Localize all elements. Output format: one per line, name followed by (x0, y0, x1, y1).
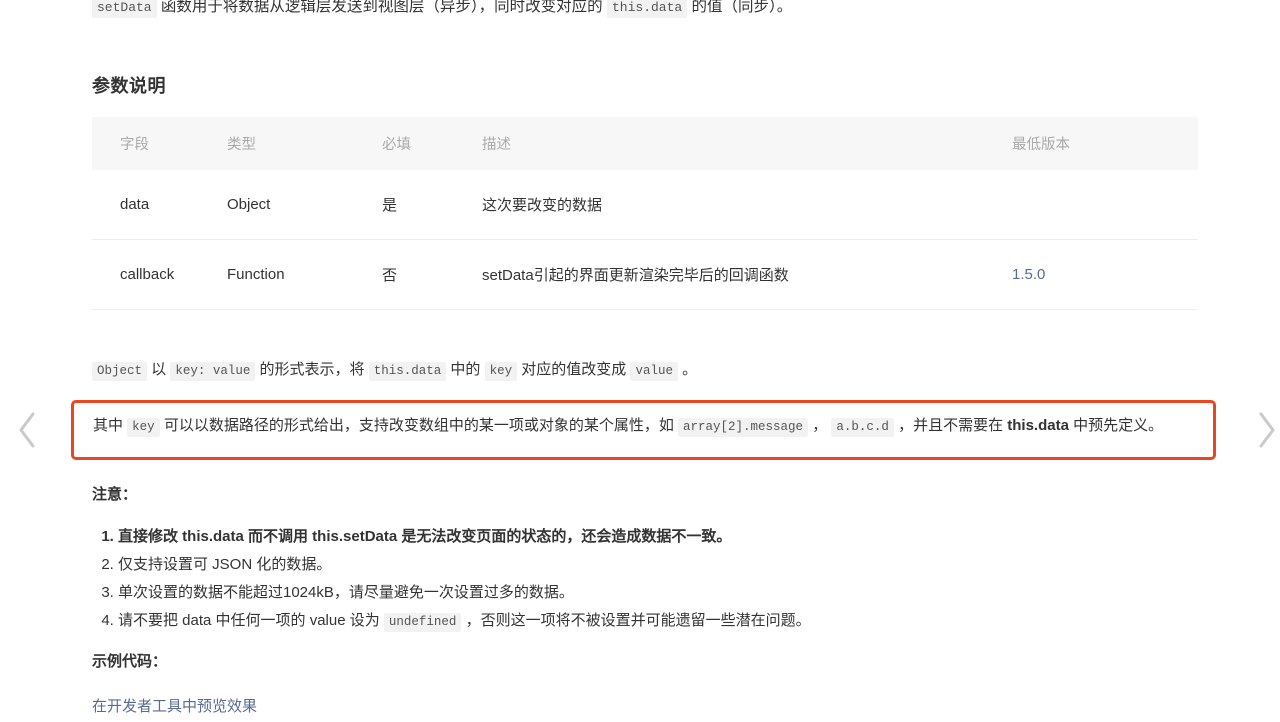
item4-text-2: ，否则这一项将不被设置并可能遗留一些潜在问题。 (461, 612, 811, 629)
obj-text-1: 以 (147, 361, 171, 378)
params-table: 字段 类型 必填 描述 最低版本 data Object 是 这次要改变的数据 … (92, 117, 1198, 310)
hl-text-2: 可以以数据路径的形式给出，支持改变数组中的某一项或对象的某个属性，如 (159, 417, 679, 434)
header-field: 字段 (120, 137, 149, 153)
cell-required: 否 (382, 239, 482, 310)
cell-field: callback (92, 239, 227, 310)
notice-heading: 注意： (92, 486, 138, 503)
item4-text-1: 请不要把 data 中任何一项的 value 设为 (118, 612, 384, 629)
cell-description: setData引起的界面更新渲染完毕后的回调函数 (482, 239, 1012, 310)
inline-code-value: value (630, 362, 678, 381)
header-min-version: 最低版本 (1012, 137, 1070, 153)
cell-description: 这次要改变的数据 (482, 170, 1012, 240)
cell-min-version: 1.5.0 (1012, 239, 1198, 310)
highlight-paragraph: 其中 key 可以以数据路径的形式给出，支持改变数组中的某一项或对象的某个属性，… (93, 411, 1197, 442)
chevron-left-icon[interactable] (14, 408, 40, 452)
example-heading: 示例代码： (92, 653, 168, 670)
inline-code-object: Object (92, 362, 148, 381)
inline-code-keyvalue: key: value (170, 362, 256, 381)
table-row: data Object 是 这次要改变的数据 (92, 170, 1198, 240)
notice-list: 直接修改 this.data 而不调用 this.setData 是无法改变页面… (92, 523, 1228, 637)
hl-text-5: 中预先定义。 (1068, 417, 1164, 434)
obj-text-5: 。 (677, 361, 698, 378)
header-type: 类型 (227, 137, 256, 153)
inline-code-key: key (484, 362, 518, 381)
highlighted-callout-box: 其中 key 可以以数据路径的形式给出，支持改变数组中的某一项或对象的某个属性，… (71, 400, 1216, 460)
hl-text-3: ， (808, 417, 832, 434)
cell-type: Object (227, 170, 382, 240)
list-item: 直接修改 this.data 而不调用 this.setData 是无法改变页面… (118, 523, 1228, 550)
header-description: 描述 (482, 137, 511, 153)
header-required: 必填 (382, 137, 411, 153)
obj-text-2: 的形式表示，将 (255, 361, 369, 378)
intro-text-2: 的值（同步）。 (687, 0, 793, 15)
list-item: 仅支持设置可 JSON 化的数据。 (118, 551, 1228, 578)
hl-text-4: ，并且不需要在 (893, 417, 1008, 434)
cell-type: Function (227, 239, 382, 310)
preview-in-devtools-link[interactable]: 在开发者工具中预览效果 (92, 695, 257, 716)
version-link[interactable]: 1.5.0 (1012, 266, 1045, 283)
obj-text-4: 对应的值改变成 (517, 361, 631, 378)
table-row: callback Function 否 setData引起的界面更新渲染完毕后的… (92, 239, 1198, 310)
inline-code-setdata: setData (92, 0, 157, 18)
table-body: data Object 是 这次要改变的数据 callback Function… (92, 170, 1198, 310)
hl-text-1: 其中 (93, 417, 128, 434)
params-section-title: 参数说明 (92, 76, 166, 96)
inline-code-key: key (127, 418, 160, 437)
cell-field: data (92, 170, 227, 240)
table-head: 字段 类型 必填 描述 最低版本 (92, 117, 1198, 170)
table-header-row: 字段 类型 必填 描述 最低版本 (92, 117, 1198, 170)
hl-strong-thisdata: this.data (1007, 417, 1069, 434)
list-item: 单次设置的数据不能超过1024kB，请尽量避免一次设置过多的数据。 (118, 579, 1228, 606)
inline-code-thisdata: this.data (368, 362, 447, 381)
chevron-right-icon[interactable] (1254, 408, 1280, 452)
documentation-page: setData 函数用于将数据从逻辑层发送到视图层（异步），同时改变对应的 th… (0, 0, 1280, 722)
intro-paragraph: setData 函数用于将数据从逻辑层发送到视图层（异步），同时改变对应的 th… (92, 0, 1198, 23)
cell-min-version (1012, 170, 1198, 240)
inline-code-array-message: array[2].message (678, 418, 809, 437)
inline-code-abcd: a.b.c.d (831, 418, 894, 437)
intro-text-1: 函数用于将数据从逻辑层发送到视图层（异步），同时改变对应的 (156, 0, 607, 15)
cell-required: 是 (382, 170, 482, 240)
inline-code-undefined: undefined (383, 613, 462, 632)
object-format-paragraph: Object 以 key: value 的形式表示，将 this.data 中的… (92, 357, 697, 384)
obj-text-3: 中的 (446, 361, 485, 378)
list-item: 请不要把 data 中任何一项的 value 设为 undefined ，否则这… (118, 607, 1228, 636)
inline-code-thisdata: this.data (606, 0, 688, 18)
